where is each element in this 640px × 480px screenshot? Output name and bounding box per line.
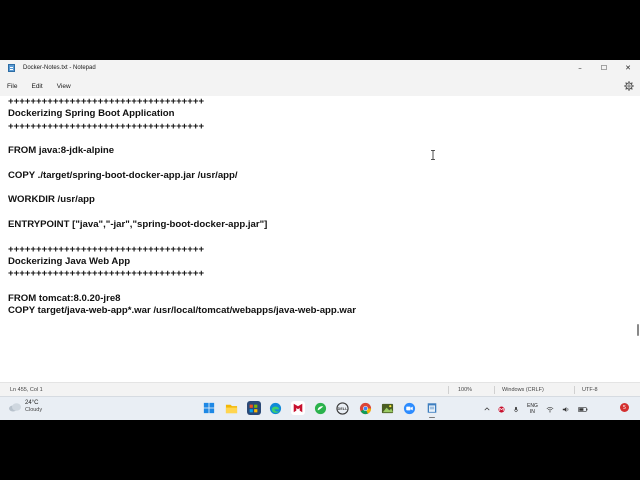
store-icon[interactable] — [246, 401, 261, 415]
svg-text:DELL: DELL — [338, 406, 348, 410]
zoom-level: 100% — [458, 387, 473, 393]
window-controls: – ☐ ✕ — [568, 60, 640, 76]
speaker-icon[interactable] — [562, 406, 570, 413]
status-divider — [574, 386, 575, 394]
text-line[interactable] — [8, 157, 356, 169]
wifi-icon[interactable] — [546, 406, 554, 413]
text-line[interactable]: COPY target/java-web-app*.war /usr/local… — [8, 305, 356, 317]
region-code: IN — [529, 409, 535, 415]
text-line[interactable]: +++++++++++++++++++++++++++++++++++ — [8, 268, 356, 280]
notepad-icon[interactable] — [425, 401, 439, 418]
cursor-position: Ln 455, Col 1 — [10, 387, 43, 393]
weather-temperature: 24°C — [25, 400, 39, 406]
menu-bar: File Edit View — [0, 78, 640, 94]
encoding: UTF-8 — [582, 387, 598, 393]
system-tray: ENG IN — [484, 401, 596, 417]
weather-condition: Cloudy — [25, 407, 43, 413]
line-ending: Windows (CRLF) — [502, 387, 544, 393]
start-icon[interactable] — [202, 401, 216, 415]
editor-text[interactable]: +++++++++++++++++++++++++++++++++++ Docke… — [8, 96, 356, 317]
text-line[interactable]: Dockerizing Spring Boot Application — [8, 108, 356, 120]
status-divider — [494, 386, 495, 394]
chevron-up-icon[interactable] — [484, 406, 490, 412]
maximize-button[interactable]: ☐ — [592, 60, 616, 76]
text-editor[interactable]: +++++++++++++++++++++++++++++++++++ Docke… — [0, 96, 640, 382]
text-line[interactable] — [8, 231, 356, 243]
text-line[interactable]: +++++++++++++++++++++++++++++++++++ — [8, 96, 356, 108]
window-title: Docker-Notes.txt - Notepad — [23, 65, 96, 71]
title-bar: Docker-Notes.txt - Notepad – ☐ ✕ — [0, 60, 640, 76]
cloud-icon — [9, 403, 21, 412]
settings-gear-icon[interactable] — [624, 81, 634, 91]
chrome-icon[interactable] — [358, 401, 372, 415]
menu-edit[interactable]: Edit — [24, 83, 49, 90]
zoom-icon[interactable] — [403, 401, 417, 415]
screen: Docker-Notes.txt - Notepad – ☐ ✕ File Ed… — [0, 60, 640, 420]
taskbar-apps: DELL — [202, 401, 447, 418]
weather-widget[interactable]: 24°C Cloudy — [8, 400, 42, 414]
language-indicator[interactable]: ENG IN — [527, 403, 538, 415]
microphone-icon[interactable] — [513, 406, 519, 413]
scrollbar-thumb[interactable] — [637, 324, 639, 336]
dell-icon[interactable]: DELL — [336, 401, 350, 415]
text-line[interactable]: ENTRYPOINT ["java","-jar","spring-boot-d… — [8, 219, 356, 231]
mcafee-icon[interactable] — [291, 401, 306, 415]
file-explorer-icon[interactable] — [224, 401, 238, 415]
taskbar: 24°C Cloudy DELL ENG IN 5 — [0, 396, 640, 420]
notepad-app-icon — [8, 64, 15, 72]
edge-icon[interactable] — [269, 401, 283, 415]
menu-view[interactable]: View — [50, 83, 78, 90]
minimize-button[interactable]: – — [568, 60, 592, 76]
feedly-icon[interactable] — [313, 401, 327, 415]
text-line[interactable] — [8, 280, 356, 292]
text-line[interactable]: Dockerizing Java Web App — [8, 256, 356, 268]
ibeam-cursor-icon — [431, 150, 435, 160]
photos-icon[interactable] — [380, 401, 394, 415]
text-line[interactable] — [8, 182, 356, 194]
close-button[interactable]: ✕ — [616, 60, 640, 76]
vertical-scrollbar[interactable] — [636, 96, 640, 382]
notification-badge[interactable]: 5 — [620, 403, 629, 412]
text-line[interactable] — [8, 207, 356, 219]
text-line[interactable]: +++++++++++++++++++++++++++++++++++ — [8, 244, 356, 256]
text-line[interactable]: COPY ./target/spring-boot-docker-app.jar… — [8, 170, 356, 182]
text-line[interactable]: WORKDIR /usr/app — [8, 194, 356, 206]
menu-file[interactable]: File — [0, 83, 24, 90]
status-divider — [448, 386, 449, 394]
status-bar: Ln 455, Col 1 100% Windows (CRLF) UTF-8 — [0, 382, 640, 396]
battery-icon[interactable] — [577, 406, 588, 413]
text-line[interactable]: FROM java:8-jdk-alpine — [8, 145, 356, 157]
mcafee-tray-icon[interactable] — [498, 405, 505, 413]
text-line[interactable]: FROM tomcat:8.0.20-jre8 — [8, 293, 356, 305]
text-line[interactable]: +++++++++++++++++++++++++++++++++++ — [8, 121, 356, 133]
text-line[interactable] — [8, 133, 356, 145]
